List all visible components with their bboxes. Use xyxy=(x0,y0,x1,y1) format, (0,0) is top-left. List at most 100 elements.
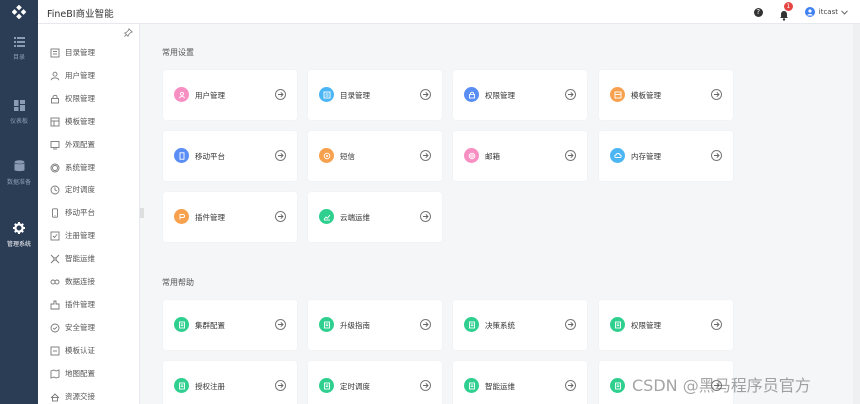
notification-button[interactable]: 1 xyxy=(779,2,793,21)
sidebar-item-ops[interactable]: 智能运维 xyxy=(38,250,138,268)
top-bar: FineBI商业智能 ? 1 itcast xyxy=(0,0,860,24)
chevron-down-icon[interactable] xyxy=(841,9,848,15)
card-label: 智能运维 xyxy=(485,382,515,391)
nav-label: 目录 xyxy=(12,54,25,61)
shortcut-card[interactable]: 智能运维 xyxy=(453,361,587,404)
sidebar-item-map[interactable]: 地图配置 xyxy=(38,365,138,383)
dashboard-icon xyxy=(13,99,25,111)
doc-icon xyxy=(464,378,479,393)
sidebar-item-mobile[interactable]: 移动平台 xyxy=(38,204,138,222)
sidebar-item-directory[interactable]: 目录管理 xyxy=(38,44,138,62)
bell-icon xyxy=(779,11,788,21)
arrow-right-icon[interactable] xyxy=(420,319,431,330)
card-label: 移动平台 xyxy=(195,152,225,161)
arrow-right-icon[interactable] xyxy=(565,319,576,330)
list-icon xyxy=(13,37,25,47)
nav-item-management[interactable]: 管理系统 xyxy=(0,210,38,260)
doc-icon xyxy=(319,378,334,393)
shortcut-card[interactable]: 插件管理 xyxy=(163,192,297,242)
arrow-right-icon[interactable] xyxy=(275,89,286,100)
arrow-right-icon[interactable] xyxy=(275,319,286,330)
sidebar-item-label: 模板认证 xyxy=(65,345,95,355)
shortcut-card[interactable]: 权限管理 xyxy=(599,300,733,350)
arrow-right-icon[interactable] xyxy=(711,319,722,330)
lock-icon xyxy=(464,87,479,102)
nav-label: 数据准备 xyxy=(6,179,31,186)
shortcut-card[interactable]: 集群配置 xyxy=(163,300,297,350)
arrow-right-icon[interactable] xyxy=(275,380,286,391)
nav-label: 管理系统 xyxy=(6,241,31,248)
sidebar-item-label: 安全管理 xyxy=(65,322,95,332)
sidebar-item-label: 系统管理 xyxy=(65,162,95,172)
doc-icon xyxy=(319,317,334,332)
gear-icon xyxy=(13,222,25,234)
sidebar-item-security[interactable]: 安全管理 xyxy=(38,319,138,337)
security-icon xyxy=(50,323,60,333)
shortcut-card[interactable]: 短信 xyxy=(308,131,442,181)
sidebar-item-label: 注册管理 xyxy=(65,231,95,241)
main-content: 常用设置 用户管理 目录管理 权限管理 模板管理 移动平台 短信 邮箱 内存管理 插件管理 云端运… xyxy=(141,24,853,404)
sidebar-item-plugin[interactable]: 插件管理 xyxy=(38,296,138,314)
arrow-right-icon[interactable] xyxy=(275,150,286,161)
shortcut-card[interactable]: 目录管理 xyxy=(308,70,442,120)
shortcut-card[interactable]: 用户管理 xyxy=(163,70,297,120)
nav-item-dashboard[interactable]: 仪表板 xyxy=(0,87,38,137)
sidebar-item-template[interactable]: 模板管理 xyxy=(38,113,138,131)
sidebar-item-data-connection[interactable]: 数据连接 xyxy=(38,273,138,291)
sidebar-item-template-auth[interactable]: 模板认证 xyxy=(38,342,138,360)
nav-item-data-prep[interactable]: 数据准备 xyxy=(0,148,38,198)
sidebar-item-appearance[interactable]: 外观配置 xyxy=(38,136,138,154)
arrow-right-icon[interactable] xyxy=(711,150,722,161)
username[interactable]: itcast xyxy=(819,8,838,16)
map-icon xyxy=(50,368,60,379)
sidebar-item-label: 智能运维 xyxy=(65,254,95,264)
shortcut-card[interactable]: 移动平台 xyxy=(163,131,297,181)
shortcut-card[interactable]: 定时调度 xyxy=(308,361,442,404)
sidebar-item-system[interactable]: 系统管理 xyxy=(38,159,138,177)
sidebar-item-resource[interactable]: 资源交接 xyxy=(38,388,138,404)
card-label: 目录管理 xyxy=(340,91,370,100)
shortcut-card[interactable]: 升级指南 xyxy=(308,300,442,350)
arrow-right-icon[interactable] xyxy=(711,89,722,100)
nav-item-directory[interactable]: 目录 xyxy=(0,24,38,74)
doc-icon xyxy=(610,378,625,393)
avatar[interactable] xyxy=(804,7,815,17)
shortcut-card[interactable]: 决策系统 xyxy=(453,300,587,350)
plugin-icon xyxy=(174,209,189,224)
help-icon[interactable]: ? xyxy=(753,7,763,17)
card-label: 用户管理 xyxy=(195,91,225,100)
shortcut-card[interactable]: 内存管理 xyxy=(599,131,733,181)
arrow-right-icon[interactable] xyxy=(420,211,431,222)
sidebar-item-user[interactable]: 用户管理 xyxy=(38,67,138,85)
arrow-right-icon[interactable] xyxy=(420,89,431,100)
system-icon xyxy=(50,163,60,172)
notification-badge: 1 xyxy=(783,2,793,11)
database-icon xyxy=(14,160,24,172)
sidebar-item-lock[interactable]: 权限管理 xyxy=(38,90,138,108)
arrow-right-icon[interactable] xyxy=(420,380,431,391)
shortcut-card[interactable]: 权限管理 xyxy=(453,70,587,120)
card-label: 权限管理 xyxy=(631,321,661,330)
arrow-right-icon[interactable] xyxy=(565,89,576,100)
mobile-icon xyxy=(174,148,189,163)
sidebar-item-register[interactable]: 注册管理 xyxy=(38,227,138,245)
sidebar-item-label: 数据连接 xyxy=(65,277,95,286)
arrow-right-icon[interactable] xyxy=(565,380,576,391)
template-auth-icon xyxy=(50,346,60,356)
arrow-right-icon[interactable] xyxy=(420,150,431,161)
resource-icon xyxy=(50,392,60,401)
arrow-right-icon[interactable] xyxy=(275,211,286,222)
scrollbar[interactable] xyxy=(853,24,860,404)
logo[interactable] xyxy=(0,0,38,24)
section-title-help: 常用帮助 xyxy=(162,278,194,287)
shortcut-card[interactable]: 模板管理 xyxy=(599,70,733,120)
shortcut-card[interactable]: 云端运维 xyxy=(308,192,442,242)
shortcut-card[interactable]: 邮箱 xyxy=(453,131,587,181)
card-label: 授权注册 xyxy=(195,382,225,391)
sidebar-item-clock[interactable]: 定时调度 xyxy=(38,181,138,199)
doc-icon xyxy=(174,378,189,393)
pin-icon[interactable] xyxy=(124,28,133,37)
template-icon xyxy=(610,87,625,102)
shortcut-card[interactable]: 授权注册 xyxy=(163,361,297,404)
arrow-right-icon[interactable] xyxy=(565,150,576,161)
